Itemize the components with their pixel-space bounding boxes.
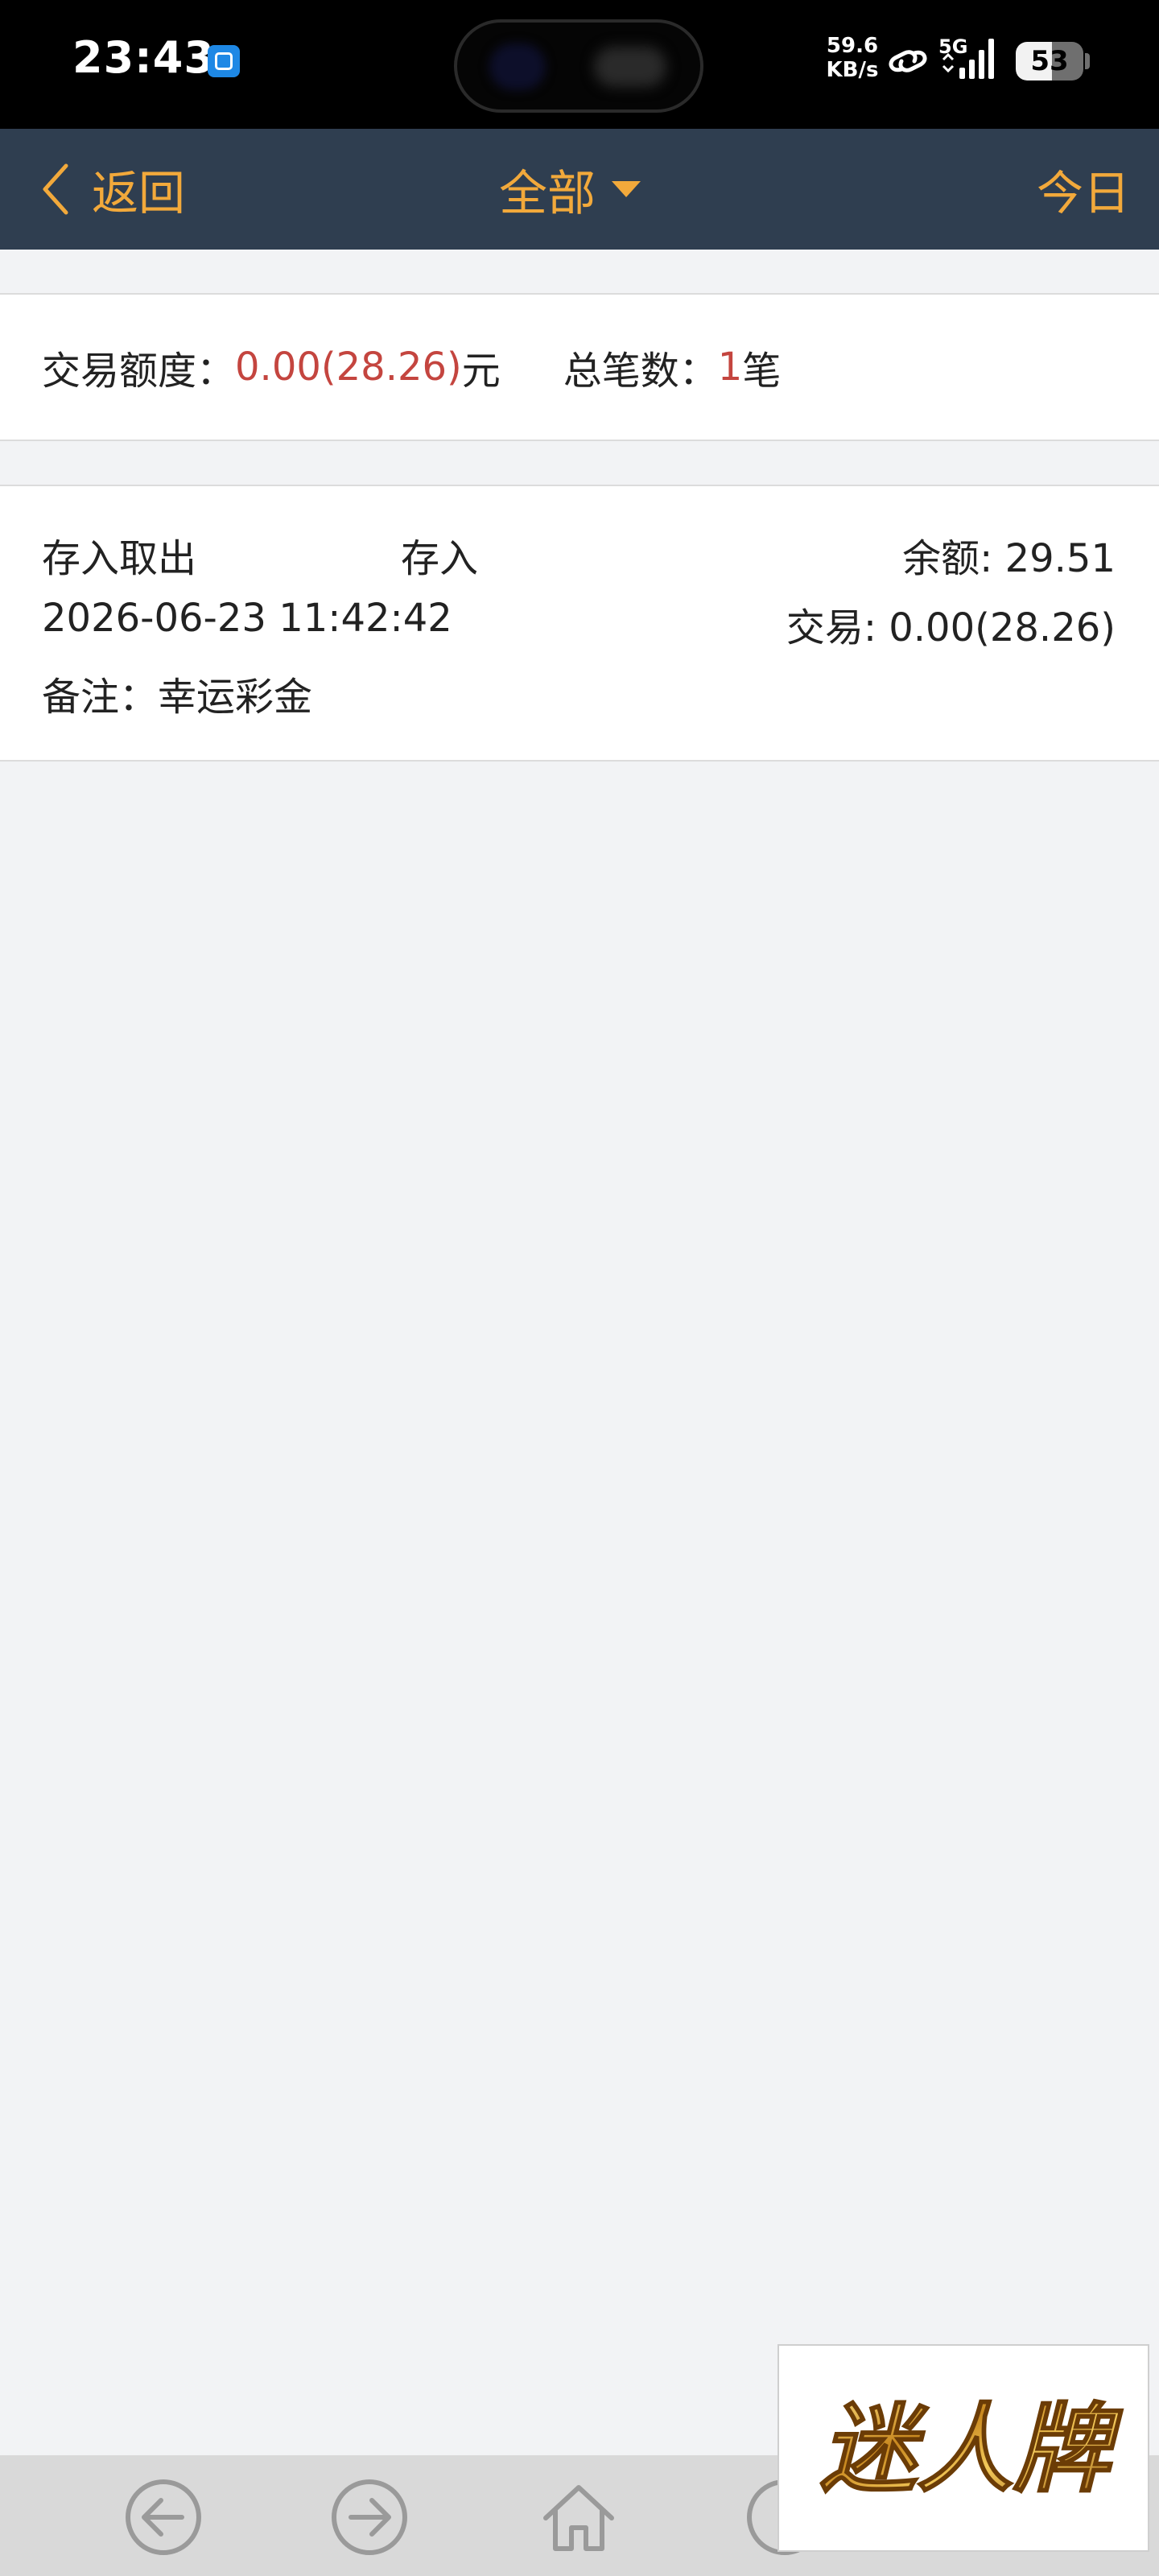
network-speed: 59.6 KB/s: [824, 34, 881, 82]
battery-icon: 53: [1016, 42, 1083, 80]
logo-graphic: 迷人牌: [819, 2393, 1124, 2507]
filter-dropdown[interactable]: 全部: [499, 129, 641, 250]
back-button[interactable]: 返回: [39, 129, 185, 250]
arrow-left-circle-icon[interactable]: [119, 2473, 208, 2562]
amount-label: 交易:: [786, 605, 889, 650]
record-amount: 交易: 0.00(28.26): [786, 596, 1116, 652]
balance-label: 余额:: [902, 536, 1005, 581]
app-header: 返回 全部 今日: [0, 129, 1159, 250]
chevron-left-icon: [43, 163, 68, 215]
back-label: 返回: [92, 166, 186, 221]
watermark-logo: 迷人牌: [777, 2344, 1149, 2552]
record-balance: 余额: 29.51: [902, 526, 1116, 583]
record-type: 存入取出: [42, 536, 197, 581]
balance-value: 29.51: [1004, 536, 1116, 581]
filter-label: 全部: [499, 165, 596, 222]
signal-indicator: 5G: [938, 35, 1000, 82]
notification-app-icon: [208, 45, 240, 77]
today-button[interactable]: 今日: [1037, 129, 1130, 250]
count-label: 总笔数：: [563, 349, 718, 394]
amount-value: 0.00(28.26): [235, 345, 462, 390]
signal-bars-icon: [942, 39, 994, 79]
amount-value: 0.00(28.26): [889, 605, 1116, 650]
summary-row: 交易额度： 0.00(28.26) 元 总笔数： 1 笔: [42, 295, 781, 440]
note-value: 幸运彩金: [158, 675, 313, 720]
logo-text: 迷人牌: [820, 2394, 1124, 2506]
arrow-right-circle-icon[interactable]: [325, 2473, 414, 2562]
link-icon: [889, 50, 927, 72]
record-time: 2026-06-23 11:42:42: [42, 596, 452, 641]
count-unit: 笔: [742, 349, 782, 394]
amount-label: 交易额度：: [42, 349, 236, 394]
caret-down-icon: [612, 181, 641, 197]
count-value: 1: [717, 345, 743, 390]
summary-card: 交易额度： 0.00(28.26) 元 总笔数： 1 笔: [0, 293, 1159, 441]
network-speed-value: 59.6: [826, 34, 879, 58]
battery-level: 53: [1030, 45, 1069, 77]
home-icon[interactable]: [534, 2473, 623, 2562]
note-label: 备注：: [42, 675, 159, 720]
network-speed-unit: KB/s: [826, 58, 879, 82]
amount-unit: 元: [461, 349, 501, 394]
status-bar: 23:43 59.6 KB/s 5G 53: [0, 0, 1159, 129]
battery-tip: [1085, 53, 1090, 69]
record-kind: 存入: [401, 536, 479, 581]
status-time: 23:43: [72, 32, 215, 83]
record-note: 备注：幸运彩金: [42, 665, 312, 721]
camera-cutout: [454, 19, 703, 113]
list-item[interactable]: 存入取出 存入 余额: 29.51 2026-06-23 11:42:42 交易…: [0, 485, 1159, 762]
